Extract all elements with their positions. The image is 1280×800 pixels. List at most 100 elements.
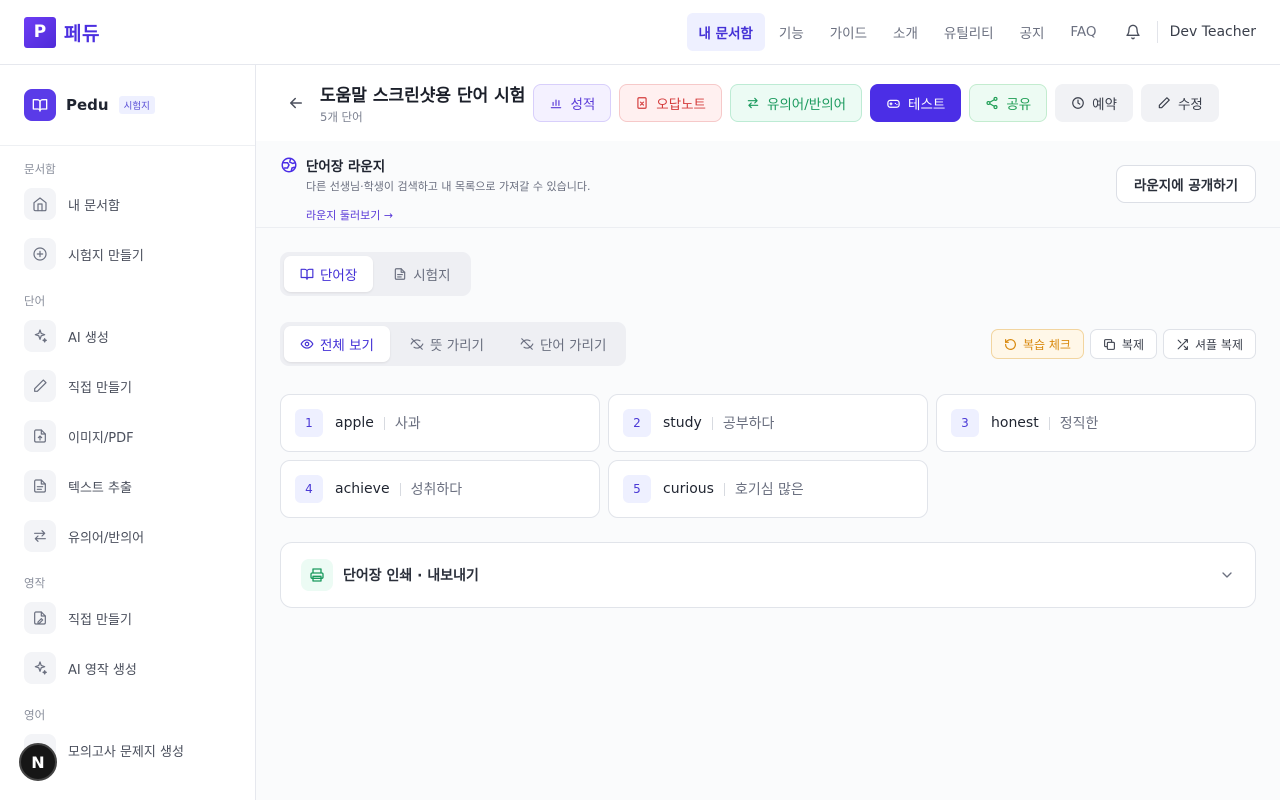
dev-indicator-badge[interactable]: N [19, 743, 57, 781]
lounge-browse-link[interactable]: 라운지 둘러보기 → [306, 207, 590, 223]
nav-utilities[interactable]: 유틸리티 [932, 13, 1006, 51]
word-number: 1 [295, 409, 323, 437]
word-card[interactable]: 5 curious 호기심 많은 [608, 460, 928, 518]
copy-button[interactable]: 복제 [1089, 329, 1158, 359]
sidebar-item-label: AI 생성 [68, 330, 109, 346]
word-text: achieve [335, 481, 390, 497]
hide-meaning-button[interactable]: 뜻 가리기 [394, 326, 500, 362]
word-divider [723, 482, 725, 496]
edit-button[interactable]: 수정 [1141, 84, 1219, 122]
doc-type-tabs: 단어장 시험지 [280, 252, 471, 296]
word-divider [711, 416, 713, 430]
word-number: 4 [295, 475, 323, 503]
shuffle-copy-button[interactable]: 셔플 복제 [1163, 329, 1256, 359]
sidebar-item-ai-composition[interactable]: AI 영작 생성 [0, 643, 255, 693]
header-actions: 성적 오답노트 유의어/반의어 테스트 공유 예약 수정 [533, 84, 1219, 122]
brand-logo: P [24, 16, 56, 48]
sparkles-icon [24, 652, 56, 684]
tab-test-paper[interactable]: 시험지 [377, 256, 466, 292]
sidebar-section-documents: 문서함 [24, 162, 56, 176]
share-button[interactable]: 공유 [969, 84, 1048, 122]
file-pen-icon [24, 602, 56, 634]
tab-label: 시험지 [413, 268, 451, 284]
grades-button[interactable]: 성적 [533, 84, 612, 122]
word-card[interactable]: 1 apple 사과 [280, 394, 600, 452]
schedule-button[interactable]: 예약 [1055, 84, 1133, 122]
test-button[interactable]: 테스트 [870, 84, 962, 122]
sidebar-item-label: 직접 만들기 [68, 380, 132, 396]
shuffle-copy-label: 셔플 복제 [1195, 337, 1243, 352]
clock-icon [1072, 97, 1084, 109]
word-card[interactable]: 4 achieve 성취하다 [280, 460, 600, 518]
eye-icon [300, 339, 314, 349]
word-number: 2 [623, 409, 651, 437]
printer-icon [301, 559, 333, 591]
synonym-antonym-button[interactable]: 유의어/반의어 [729, 84, 863, 122]
hide-meaning-label: 뜻 가리기 [429, 338, 484, 354]
nav-notice[interactable]: 공지 [1008, 13, 1057, 51]
sidebar-item-label: AI 영작 생성 [68, 662, 137, 678]
sidebar-section-english: 영어 [24, 708, 46, 722]
edit-label: 수정 [1178, 97, 1203, 113]
eye-off-icon [410, 338, 424, 350]
view-all-button[interactable]: 전체 보기 [284, 326, 390, 362]
word-tools: 복습 체크 복제 셔플 복제 [990, 329, 1256, 359]
wrong-answer-note-button[interactable]: 오답노트 [619, 84, 722, 122]
swap-icon [24, 520, 56, 552]
sidebar-item-manual-create[interactable]: 직접 만들기 [0, 361, 255, 411]
share-label: 공유 [1006, 97, 1032, 113]
brand[interactable]: P 페듀 [24, 16, 100, 48]
bar-chart-icon [551, 99, 562, 109]
nav-guide[interactable]: 가이드 [818, 13, 879, 51]
nav-my-documents[interactable]: 내 문서함 [686, 13, 765, 51]
lounge-banner: 단어장 라운지 다른 선생님·학생이 검색하고 내 목록으로 가져갈 수 있습니… [256, 141, 1280, 228]
copy-label: 복제 [1121, 337, 1145, 352]
bell-icon[interactable] [1115, 14, 1151, 50]
view-all-label: 전체 보기 [320, 338, 374, 354]
page-title: 도움말 스크린샷용 단어 시험 [320, 86, 526, 106]
copy-icon [1104, 338, 1115, 350]
publish-to-lounge-button[interactable]: 라운지에 공개하기 [1115, 165, 1256, 203]
word-meaning: 공부하다 [722, 416, 775, 432]
view-mode-tabs: 전체 보기 뜻 가리기 단어 가리기 [280, 322, 627, 366]
sidebar-item-label: 시험지 만들기 [68, 248, 144, 264]
word-list: 1 apple 사과 2 study 공부하다 3 honest 정직한 4 a… [280, 394, 1256, 518]
word-meaning: 성취하다 [410, 482, 463, 498]
share-icon [986, 96, 998, 110]
word-card[interactable]: 3 honest 정직한 [936, 394, 1256, 452]
sidebar-item-label: 이미지/PDF [68, 430, 134, 446]
sidebar-item-synonyms[interactable]: 유의어/반의어 [0, 511, 255, 561]
sidebar-item-image-pdf[interactable]: 이미지/PDF [0, 411, 255, 461]
tab-wordbook[interactable]: 단어장 [284, 256, 374, 292]
sidebar-item-create-test[interactable]: 시험지 만들기 [0, 229, 255, 279]
print-export-accordion[interactable]: 단어장 인쇄 · 내보내기 [280, 542, 1256, 608]
word-number: 5 [623, 475, 651, 503]
user-menu[interactable]: Dev Teacher [1170, 24, 1256, 40]
file-text-icon [24, 470, 56, 502]
sidebar-item-composition-manual[interactable]: 직접 만들기 [0, 593, 255, 643]
word-text: curious [663, 481, 714, 497]
sidebar-item-my-documents[interactable]: 내 문서함 [0, 179, 255, 229]
grades-label: 성적 [570, 97, 596, 113]
word-text: apple [335, 415, 374, 431]
file-upload-icon [24, 420, 56, 452]
word-card[interactable]: 2 study 공부하다 [608, 394, 928, 452]
wrong-answer-note-label: 오답노트 [656, 97, 706, 113]
hide-word-button[interactable]: 단어 가리기 [504, 326, 622, 362]
nav-features[interactable]: 기능 [767, 13, 816, 51]
shuffle-icon [1177, 338, 1188, 350]
sidebar-badge: 시험지 [118, 96, 155, 114]
book-open-icon [300, 268, 314, 280]
sidebar-item-ai-generate[interactable]: AI 생성 [0, 311, 255, 361]
sidebar-item-label: 모의고사 문제지 생성 [68, 744, 184, 760]
nav-about[interactable]: 소개 [881, 13, 930, 51]
word-divider [399, 482, 401, 496]
back-arrow-icon[interactable] [280, 87, 312, 119]
wordbook-content: 단어장 시험지 전체 보기 뜻 가리기 단어 가리기 복습 체크 복제 셔플 복… [256, 228, 1280, 608]
review-check-button[interactable]: 복습 체크 [990, 329, 1084, 359]
nav-faq[interactable]: FAQ [1058, 15, 1108, 49]
eye-off-icon [520, 338, 534, 350]
main-content: 도움말 스크린샷용 단어 시험 5개 단어 성적 오답노트 유의어/반의어 테스… [256, 65, 1280, 800]
sidebar-item-text-extract[interactable]: 텍스트 추출 [0, 461, 255, 511]
pencil-icon [24, 370, 56, 402]
